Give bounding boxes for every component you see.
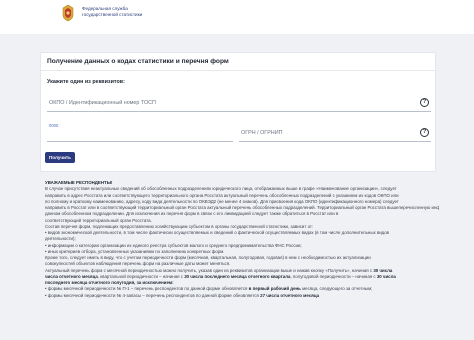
okato-input[interactable]	[47, 125, 233, 142]
form-title: Получение данных о кодах статистики и пе…	[47, 58, 229, 65]
card-divider	[41, 70, 435, 71]
okpo-placeholder: ОКПО / Идентификационный номер ТОСП	[49, 100, 156, 106]
lookup-form-card: Получение данных о кодах статистики и пе…	[40, 52, 436, 172]
okpo-input[interactable]: ОКПО / Идентификационный номер ТОСП ?	[47, 95, 431, 112]
submit-button[interactable]: Получить	[45, 152, 75, 163]
question-circle-icon[interactable]: ?	[420, 128, 429, 137]
notice-bullet: • видов экономической деятельности, в то…	[45, 230, 390, 235]
ogrn-placeholder: ОГРН / ОГРНИП	[241, 130, 283, 136]
respondents-notice: УВАЖАЕМЫЕ РЕСПОНДЕНТЫ! В случае присутст…	[45, 180, 439, 299]
ogrn-input[interactable]: ОГРН / ОГРНИП ?	[239, 125, 431, 142]
notice-line: В случае присутствия неактуальных сведен…	[45, 186, 397, 192]
question-circle-icon[interactable]: ?	[420, 98, 429, 107]
notice-line: направить в адрес Росстата или соответст…	[45, 192, 399, 198]
org-name-line2: государственной статистики	[82, 11, 143, 17]
form-subtitle: Укажите один из реквизитов:	[47, 79, 125, 85]
notice-bullet: • формы месячной периодичности № 4-запас…	[45, 292, 320, 298]
emblem-icon[interactable]	[60, 4, 76, 22]
site-header: Федеральная служба государственной стати…	[0, 0, 474, 34]
org-name: Федеральная служба государственной стати…	[82, 6, 142, 17]
